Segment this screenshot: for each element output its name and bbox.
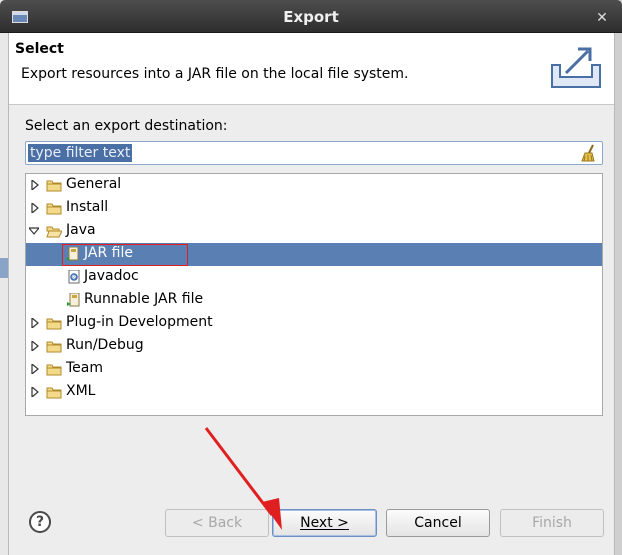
collapsed-arrow-icon[interactable]	[30, 203, 40, 213]
tree-item-label: Plug-in Development	[66, 314, 213, 330]
title-bar: Export ✕	[0, 0, 622, 33]
tree-item-label: Install	[66, 199, 109, 215]
collapsed-arrow-icon[interactable]	[30, 364, 40, 374]
tree-item-java[interactable]: Java	[26, 220, 602, 243]
export-banner-icon	[551, 47, 601, 88]
tree-item-label: Java	[66, 222, 96, 238]
runnable-jar-icon	[67, 293, 80, 307]
expanded-arrow-icon[interactable]	[29, 226, 39, 236]
tree-item-label: XML	[66, 383, 96, 399]
tree-item-javadoc[interactable]: @ Javadoc	[26, 266, 602, 289]
tree-item-xml[interactable]: XML	[26, 381, 602, 404]
close-icon[interactable]: ✕	[594, 10, 610, 26]
tree-item-label: Javadoc	[84, 268, 139, 284]
next-button-label: Next >	[300, 515, 349, 531]
export-destination-tree[interactable]: General Install Java JAR file @ Javadoc …	[25, 173, 603, 416]
folder-icon	[46, 318, 62, 330]
tree-item-label: General	[66, 176, 122, 192]
open-folder-icon	[46, 226, 62, 238]
tree-item-run-debug[interactable]: Run/Debug	[26, 335, 602, 358]
page-title: Select	[15, 41, 64, 57]
tree-item-team[interactable]: Team	[26, 358, 602, 381]
folder-icon	[46, 203, 62, 215]
wizard-header: Select Export resources into a JAR file …	[9, 33, 614, 105]
tree-item-general[interactable]: General	[26, 174, 602, 197]
tree-item-plug-in-development[interactable]: Plug-in Development	[26, 312, 602, 335]
cancel-button[interactable]: Cancel	[386, 509, 490, 537]
export-dialog: Select Export resources into a JAR file …	[8, 33, 615, 555]
tree-item-install[interactable]: Install	[26, 197, 602, 220]
tree-item-label: Team	[66, 360, 104, 376]
filter-input[interactable]: type filter text	[25, 141, 603, 165]
folder-icon	[46, 341, 62, 353]
collapsed-arrow-icon[interactable]	[30, 180, 40, 190]
tree-item-label: Runnable JAR file	[84, 291, 204, 307]
folder-icon	[46, 180, 62, 192]
window-title: Export	[283, 8, 339, 26]
collapsed-arrow-icon[interactable]	[30, 387, 40, 397]
tree-item-label: Run/Debug	[66, 337, 144, 353]
tree-item-jar-file[interactable]: JAR file	[26, 243, 602, 266]
collapsed-arrow-icon[interactable]	[30, 341, 40, 351]
destination-label: Select an export destination:	[25, 118, 228, 134]
clear-filter-icon[interactable]	[580, 144, 598, 162]
folder-icon	[46, 387, 62, 399]
folder-icon	[46, 364, 62, 376]
finish-button[interactable]: Finish	[500, 509, 604, 537]
tree-item-runnable-jar-file[interactable]: Runnable JAR file	[26, 289, 602, 312]
next-button[interactable]: Next >	[272, 509, 377, 537]
javadoc-icon: @	[68, 270, 80, 284]
filter-text[interactable]: type filter text	[28, 144, 133, 162]
highlight-annotation-box	[62, 244, 188, 266]
background-window-edge	[0, 0, 8, 555]
background-selection-strip	[0, 258, 8, 278]
page-description: Export resources into a JAR file on the …	[21, 66, 409, 82]
svg-text:@: @	[72, 275, 77, 281]
collapsed-arrow-icon[interactable]	[30, 318, 40, 328]
back-button[interactable]: < Back	[165, 509, 269, 537]
help-icon[interactable]: ?	[29, 511, 51, 533]
